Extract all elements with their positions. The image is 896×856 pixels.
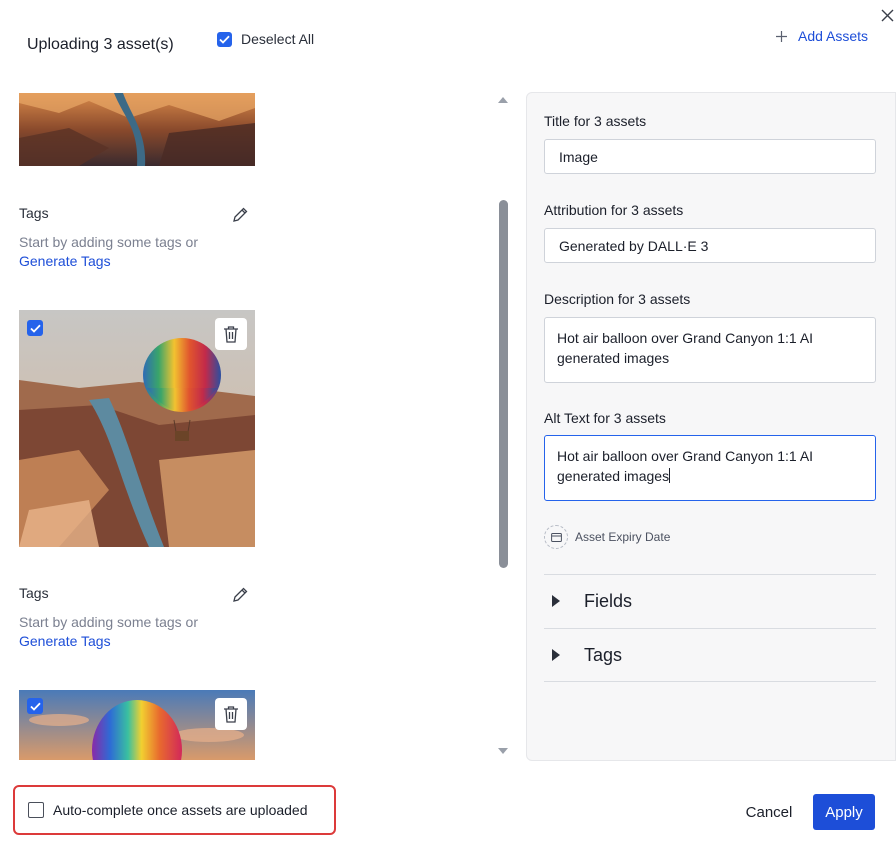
caret-right-icon [552,649,560,661]
bulk-metadata-panel: Title for 3 assets Image Attribution for… [526,92,896,761]
fields-accordion-label: Fields [584,590,633,611]
scrollbar-thumb[interactable] [499,200,508,568]
asset-expiry-label: Asset Expiry Date [575,530,671,544]
scroll-down-arrow[interactable] [498,748,508,754]
calendar-icon [544,525,568,549]
attribution-label: Attribution for 3 assets [544,202,684,218]
dialog-title: Uploading 3 asset(s) [27,36,174,53]
trash-icon [224,706,238,723]
checkbox-checked-icon[interactable] [217,31,232,47]
alt-text-label: Alt Text for 3 assets [544,410,666,426]
close-icon[interactable] [879,7,895,23]
tags-hint: Start by adding some tags or [19,234,198,250]
asset-thumbnail [19,690,255,760]
caret-right-icon [552,595,560,607]
tags-accordion-label: Tags [584,644,623,665]
title-input[interactable]: Image [544,139,876,174]
asset-expiry-date-button[interactable]: Asset Expiry Date [544,525,670,549]
asset-thumbnail [19,310,255,547]
delete-asset-button[interactable] [215,318,247,350]
description-label: Description for 3 assets [544,291,691,307]
scroll-up-arrow[interactable] [498,97,508,103]
deselect-all-label: Deselect All [241,31,315,47]
pencil-icon[interactable] [231,206,249,224]
generate-tags-link[interactable]: Generate Tags [19,633,111,649]
attribution-input[interactable]: Generated by DALL·E 3 [544,228,876,263]
delete-asset-button[interactable] [215,698,247,730]
tags-title: Tags [19,205,49,221]
tags-title: Tags [19,585,49,601]
divider [544,681,876,682]
add-assets-label: Add Assets [798,28,869,44]
auto-complete-label: Auto-complete once assets are uploaded [53,802,308,818]
alt-text-textarea[interactable]: Hot air balloon over Grand Canyon 1:1 AI… [544,435,876,501]
asset-tags-section: Tags Start by adding some tags or Genera… [19,205,255,271]
apply-button[interactable]: Apply [813,794,875,830]
auto-complete-option[interactable]: Auto-complete once assets are uploaded [13,785,336,835]
fields-accordion[interactable]: Fields [544,575,876,627]
cancel-button[interactable]: Cancel [738,794,800,830]
pencil-icon[interactable] [231,586,249,604]
title-label: Title for 3 assets [544,113,647,129]
asset-select-checkbox[interactable] [27,698,43,714]
asset-select-checkbox[interactable] [27,320,43,336]
asset-thumbnail [19,93,255,166]
asset-list[interactable]: Tags Start by adding some tags or Genera… [0,93,495,760]
tags-accordion[interactable]: Tags [544,629,876,681]
trash-icon [224,326,238,343]
text-cursor [669,468,671,483]
add-assets-button[interactable]: Add Assets [776,28,868,44]
generate-tags-link[interactable]: Generate Tags [19,253,111,269]
description-textarea[interactable]: Hot air balloon over Grand Canyon 1:1 AI… [544,317,876,383]
alt-text-value: Hot air balloon over Grand Canyon 1:1 AI… [557,448,814,484]
plus-icon [776,30,787,42]
tags-hint: Start by adding some tags or [19,614,198,630]
asset-tags-section: Tags Start by adding some tags or Genera… [19,585,255,651]
deselect-all-toggle[interactable]: Deselect All [217,31,314,47]
auto-complete-checkbox[interactable] [28,802,44,818]
